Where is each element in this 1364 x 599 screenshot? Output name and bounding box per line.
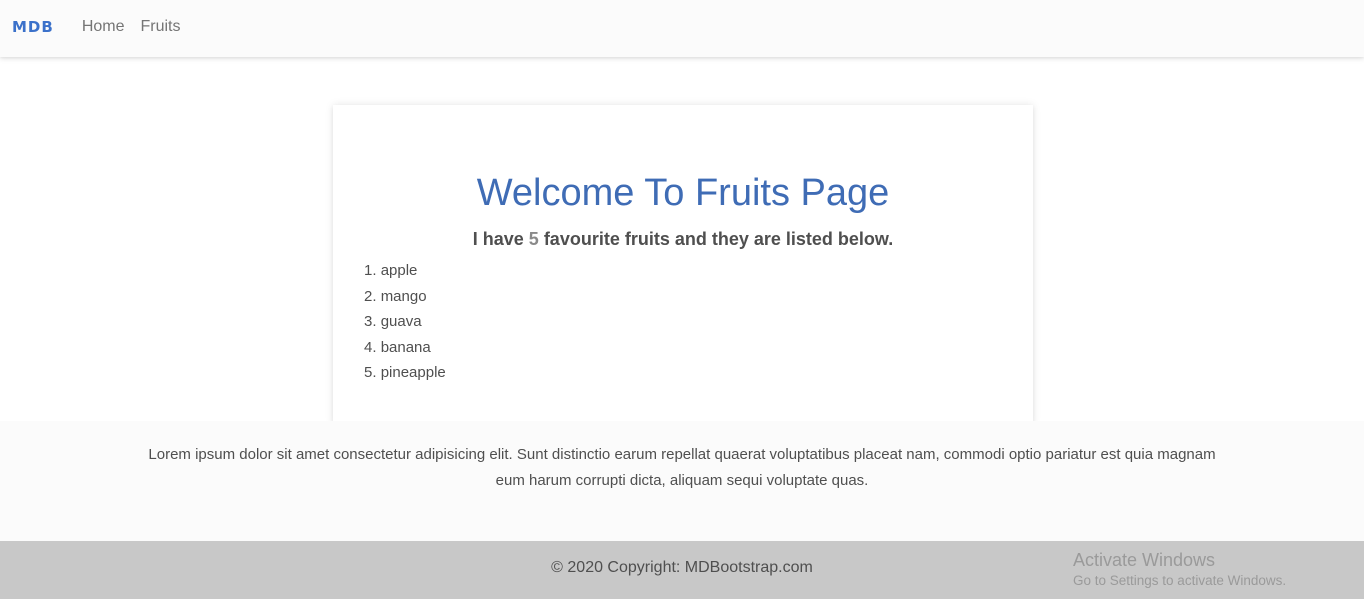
activate-windows-watermark: Activate Windows Go to Settings to activ… — [1073, 549, 1286, 591]
list-item: 4. banana — [364, 338, 431, 356]
list-item: 5. pineapple — [364, 364, 446, 381]
fruit-list: 1. apple 2. mango 3. guava 4. banana 5. … — [364, 258, 446, 386]
nav-links: Home Fruits — [82, 18, 197, 36]
lorem-section: Lorem ipsum dolor sit amet consectetur a… — [0, 421, 1364, 541]
fruit-name: banana — [380, 338, 431, 356]
fruit-count: 5 — [528, 229, 539, 249]
navbar: MDB Home Fruits — [0, 0, 1364, 57]
subtitle-prefix: I have — [472, 229, 529, 249]
fruit-name: mango — [380, 287, 427, 305]
page-subtitle: I have 5 favourite fruits and they are l… — [333, 228, 1033, 250]
subtitle-suffix: favourite fruits and they are listed bel… — [538, 229, 894, 249]
page-title: Welcome To Fruits Page — [476, 172, 890, 214]
nav-link-home[interactable]: Home — [82, 18, 125, 36]
fruit-name: pineapple — [380, 364, 446, 381]
list-item: 2. mango — [364, 287, 427, 305]
fruit-name: apple — [380, 262, 418, 279]
watermark-title: Activate Windows — [1073, 550, 1216, 570]
fruit-name: guava — [380, 313, 422, 330]
list-item: 3. guava — [364, 313, 422, 330]
brand-logo[interactable]: MDB — [12, 18, 54, 36]
lorem-text: Lorem ipsum dolor sit amet consectetur a… — [148, 446, 1216, 489]
watermark-subtitle: Go to Settings to activate Windows. — [1073, 573, 1287, 588]
nav-link-fruits[interactable]: Fruits — [141, 18, 181, 36]
list-item: 1. apple — [364, 262, 418, 279]
fruits-card: Welcome To Fruits Page I have 5 favourit… — [333, 105, 1033, 425]
footer: © 2020 Copyright: MDBootstrap.com Activa… — [0, 541, 1364, 599]
